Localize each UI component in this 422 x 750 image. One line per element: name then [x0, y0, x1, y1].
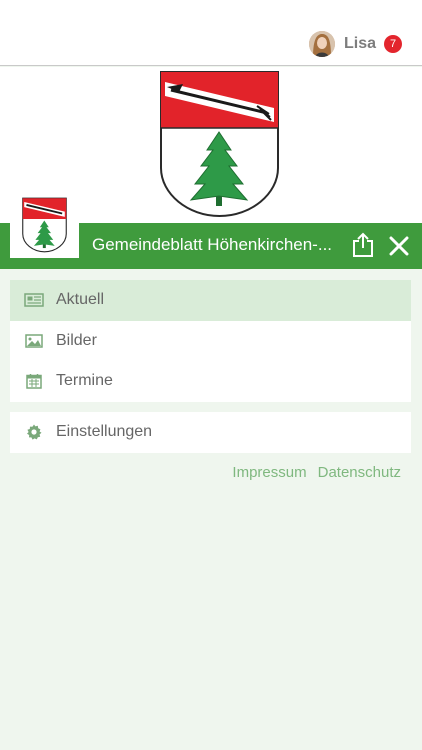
menu-item-label: Bilder [56, 331, 97, 349]
settings-section: Einstellungen [10, 412, 411, 453]
notification-badge[interactable]: 7 [384, 35, 402, 53]
menu-item-aktuell[interactable]: Aktuell [10, 280, 411, 321]
avatar[interactable] [308, 31, 335, 57]
impressum-link[interactable]: Impressum [232, 464, 306, 481]
footer-links: Impressum Datenschutz [232, 464, 401, 481]
menu-item-label: Einstellungen [56, 423, 153, 441]
coat-of-arms-logo [160, 71, 279, 218]
close-icon[interactable] [389, 236, 409, 256]
navigation-menu: Aktuell Bilder Termine [10, 280, 411, 402]
user-profile[interactable]: Lisa 7 [308, 30, 402, 58]
coat-of-arms-icon [22, 197, 67, 253]
share-icon[interactable] [352, 232, 374, 258]
datenschutz-link[interactable]: Datenschutz [318, 464, 401, 481]
app-logo-tile [10, 195, 79, 258]
menu-item-einstellungen[interactable]: Einstellungen [10, 412, 411, 453]
page-title: Gemeindeblatt Höhenkirchen-... [92, 235, 333, 254]
menu-item-label: Aktuell [56, 291, 105, 309]
menu-item-termine[interactable]: Termine [10, 361, 411, 402]
calendar-icon [24, 372, 44, 390]
image-icon [24, 332, 44, 350]
user-name: Lisa [343, 35, 376, 52]
newspaper-icon [24, 291, 44, 309]
menu-item-label: Termine [56, 372, 113, 390]
top-bar: Lisa 7 [0, 0, 422, 66]
menu-item-bilder[interactable]: Bilder [10, 321, 411, 362]
gear-icon [24, 423, 44, 441]
